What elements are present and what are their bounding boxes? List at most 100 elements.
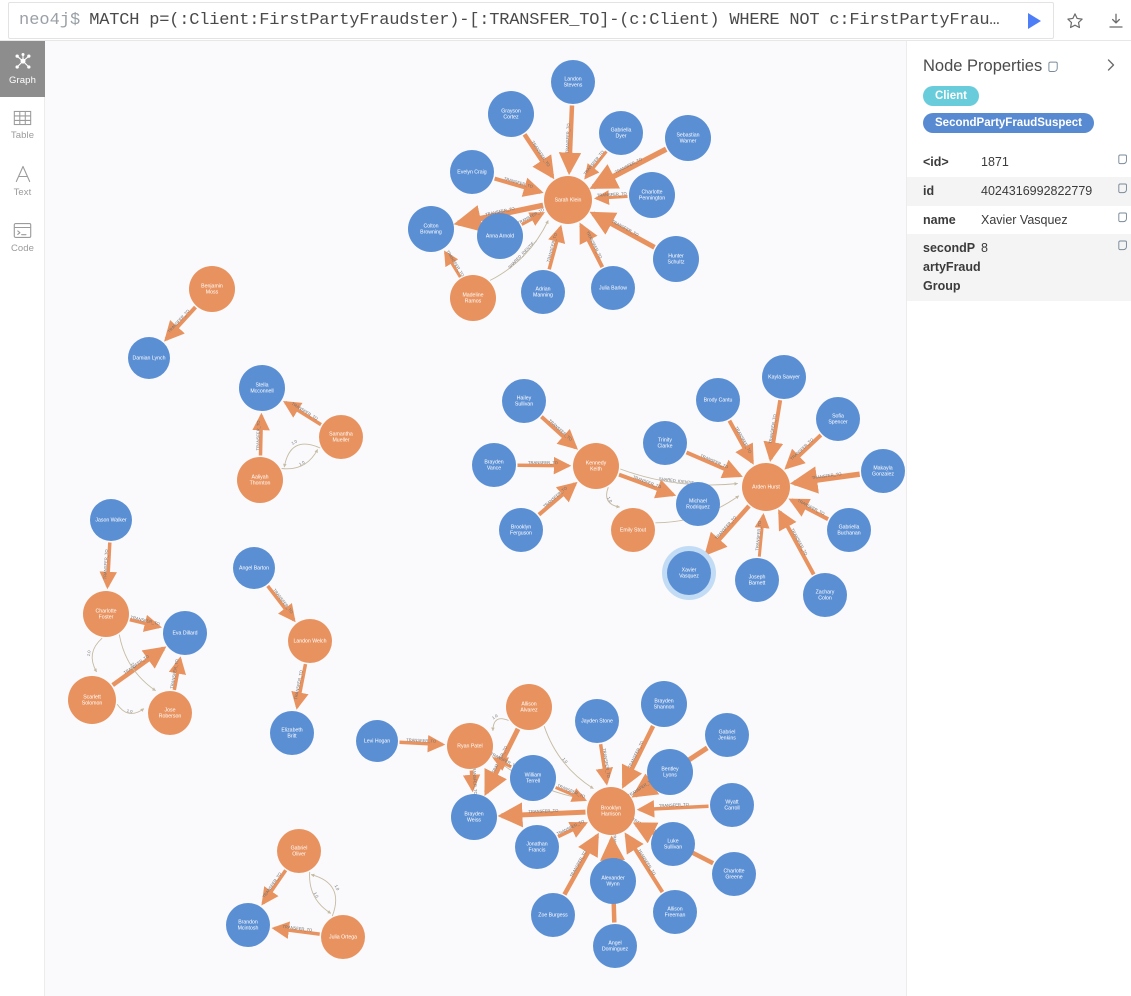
relationship-transfer-to[interactable]: [595, 743, 613, 786]
node-circle[interactable]: [710, 783, 754, 827]
node-circle[interactable]: [705, 713, 749, 757]
graph-node[interactable]: BrooklynFerguson: [499, 508, 543, 552]
relationship-transfer-to[interactable]: [558, 105, 582, 176]
copy-all-icon[interactable]: [1048, 61, 1060, 73]
graph-node[interactable]: BenjaminMoss: [189, 266, 235, 312]
relationship-transfer-to[interactable]: [594, 190, 628, 206]
relationship-transfer-to[interactable]: [164, 305, 197, 342]
relationship-transfer-to[interactable]: [497, 802, 586, 828]
node-circle[interactable]: [653, 236, 699, 282]
relationship-transfer-to[interactable]: [494, 176, 544, 197]
node-label-chip[interactable]: Client: [923, 86, 979, 106]
relationship-transfer-to[interactable]: [788, 498, 830, 521]
relationship-transfer-to[interactable]: [777, 509, 816, 576]
graph-node[interactable]: GabriellaDyer: [599, 111, 643, 155]
relationship-transfer-to[interactable]: [252, 412, 270, 456]
graph-node[interactable]: Damian Lynch: [128, 337, 170, 379]
graph-node[interactable]: CharlottePennington: [629, 172, 675, 218]
relationship-shared-identifiers[interactable]: [116, 703, 145, 714]
node-circle[interactable]: [544, 176, 592, 224]
graph-node[interactable]: AdrianManning: [521, 270, 565, 314]
node-circle[interactable]: [321, 915, 365, 959]
relationship-transfer-to[interactable]: [579, 222, 605, 269]
graph-node[interactable]: AllisonFreeman: [653, 890, 697, 934]
node-circle[interactable]: [68, 676, 116, 724]
graph-node[interactable]: Levi Hogan: [356, 720, 398, 762]
node-circle[interactable]: [510, 755, 556, 801]
query-input[interactable]: MATCH p=(:Client:FirstPartyFraudster)-[:…: [89, 11, 1017, 30]
relationship-shared-identifiers[interactable]: [91, 637, 103, 673]
relationship-transfer-to[interactable]: [618, 472, 677, 499]
graph-node[interactable]: ZacharyColon: [803, 573, 847, 617]
node-circle[interactable]: [521, 270, 565, 314]
relationship-transfer-to[interactable]: [271, 921, 320, 939]
relationship-transfer-to[interactable]: [261, 869, 288, 906]
graph-node[interactable]: HaileySullivan: [502, 379, 546, 423]
relationship-transfer-to[interactable]: [547, 224, 566, 270]
node-circle[interactable]: [599, 111, 643, 155]
node-circle[interactable]: [696, 378, 740, 422]
graph-node[interactable]: MadelineRamos: [450, 275, 496, 321]
node-circle[interactable]: [451, 794, 497, 840]
node-circle[interactable]: [515, 825, 559, 869]
node-circle[interactable]: [499, 508, 543, 552]
node-circle[interactable]: [531, 893, 575, 937]
node-circle[interactable]: [488, 91, 534, 137]
graph-node[interactable]: WyattCarroll: [710, 783, 754, 827]
graph-node[interactable]: Jayden Stone: [575, 699, 619, 743]
graph-node[interactable]: Anna Arnold: [477, 213, 523, 259]
graph-node[interactable]: LukeSullivan: [651, 822, 695, 866]
relationship-transfer-to[interactable]: [462, 770, 481, 793]
relationship-transfer-to[interactable]: [784, 433, 823, 470]
relationship-transfer-to[interactable]: [168, 656, 186, 691]
relationship-shared-identifiers[interactable]: [606, 487, 621, 509]
copy-property-icon[interactable]: [1114, 182, 1131, 194]
collapse-panel-icon[interactable]: [1105, 58, 1117, 75]
graph-node[interactable]: GabrielJenkins: [705, 713, 749, 757]
relationship-transfer-to[interactable]: [685, 450, 743, 479]
node-circle[interactable]: [477, 213, 523, 259]
relationship-transfer-to[interactable]: [517, 456, 572, 475]
graph-node[interactable]: MichaelRodriquez: [676, 482, 720, 526]
node-circle[interactable]: [735, 558, 779, 602]
graph-node[interactable]: Arden Hurst: [742, 463, 790, 511]
node-circle[interactable]: [665, 115, 711, 161]
graph-node[interactable]: XavierVasquez: [662, 546, 716, 600]
sidebar-item-graph[interactable]: Graph: [0, 41, 45, 97]
graph-node[interactable]: Sarah Klein: [544, 176, 592, 224]
relationship-transfer-to[interactable]: [111, 646, 167, 687]
relationship-transfer-to[interactable]: [283, 401, 322, 427]
graph-node[interactable]: GabriellaBuchanan: [827, 508, 871, 552]
node-circle[interactable]: [762, 355, 806, 399]
graph-svg[interactable]: TRANSFER_TO TRANSFER_TO TRANSFER_TO TRANSFE…: [45, 41, 906, 996]
relationship-transfer-to[interactable]: [754, 513, 770, 557]
graph-node[interactable]: Emily Stout: [611, 508, 655, 552]
graph-node[interactable]: AllisonAlvarez: [506, 684, 552, 730]
graph-node[interactable]: HunterSchultz: [653, 236, 699, 282]
node-circle[interactable]: [643, 421, 687, 465]
graph-node[interactable]: BraydenShannon: [641, 681, 687, 727]
node-circle[interactable]: [233, 547, 275, 589]
node-circle[interactable]: [611, 508, 655, 552]
graph-node[interactable]: Evelyn Craig: [450, 150, 494, 194]
graph-node[interactable]: BrandonMcintosh: [226, 903, 270, 947]
graph-node[interactable]: JosephBarnett: [735, 558, 779, 602]
node-circle[interactable]: [803, 573, 847, 617]
relationship-transfer-to[interactable]: [557, 821, 588, 839]
node-circle[interactable]: [450, 275, 496, 321]
node-circle[interactable]: [472, 443, 516, 487]
graph-node[interactable]: SamanthaMueller: [319, 415, 363, 459]
node-circle[interactable]: [502, 379, 546, 423]
query-input-frame[interactable]: neo4j$ MATCH p=(:Client:FirstPartyFrauds…: [8, 2, 1054, 39]
graph-node[interactable]: Landon Welch: [288, 619, 332, 663]
node-circle[interactable]: [676, 482, 720, 526]
graph-node[interactable]: StellaMcconnell: [239, 365, 285, 411]
graph-node[interactable]: JonathanFrancis: [515, 825, 559, 869]
node-circle[interactable]: [163, 611, 207, 655]
relationship-transfer-to[interactable]: [631, 775, 657, 798]
node-circle[interactable]: [861, 449, 905, 493]
node-circle[interactable]: [356, 720, 398, 762]
node-circle[interactable]: [237, 457, 283, 503]
relationship-shared-identifiers[interactable]: [310, 873, 337, 917]
node-circle[interactable]: [277, 829, 321, 873]
